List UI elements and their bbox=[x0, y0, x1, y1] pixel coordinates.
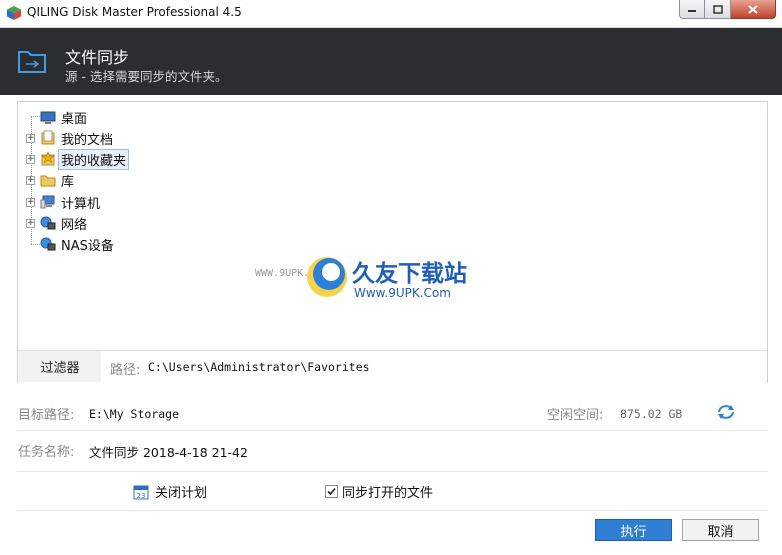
desktop-icon bbox=[40, 111, 56, 124]
divider bbox=[17, 510, 768, 511]
divider bbox=[17, 430, 768, 431]
close-icon bbox=[748, 4, 758, 14]
cancel-button[interactable]: 取消 bbox=[682, 519, 759, 541]
tree-item-label: 桌面 bbox=[61, 111, 88, 127]
maximize-button[interactable] bbox=[705, 0, 731, 19]
filter-tab[interactable]: 过滤器 bbox=[19, 351, 101, 382]
expand-toggle-icon[interactable]: + bbox=[26, 176, 35, 185]
tree-item-network[interactable]: 网络 bbox=[40, 213, 89, 233]
svg-text:23: 23 bbox=[137, 492, 146, 500]
window-controls bbox=[679, 0, 776, 20]
execute-button[interactable]: 执行 bbox=[595, 519, 672, 541]
tree-connector bbox=[31, 116, 40, 117]
watermark-brand: 久友下载站 bbox=[352, 261, 467, 287]
task-name-label: 任务名称: bbox=[18, 445, 75, 460]
tree-item-documents[interactable]: 我的文档 bbox=[40, 128, 115, 148]
title-bar: QILING Disk Master Professional 4.5 bbox=[0, 0, 782, 28]
favorites-icon bbox=[41, 151, 55, 166]
close-button[interactable] bbox=[731, 0, 776, 19]
browse-destination-icon[interactable] bbox=[716, 404, 736, 420]
library-icon bbox=[40, 175, 56, 187]
divider bbox=[17, 471, 768, 472]
folder-tree[interactable]: 桌面 + 我的文档 + 我的收藏夹 + 库 + 计算机 + 网络 NAS设备 bbox=[17, 101, 768, 383]
tree-item-label: 网络 bbox=[61, 217, 88, 233]
tree-connector bbox=[31, 244, 40, 245]
documents-icon bbox=[41, 130, 55, 145]
tree-item-label: 计算机 bbox=[61, 196, 101, 212]
schedule-label: 关闭计划 bbox=[155, 486, 208, 501]
computer-icon bbox=[40, 195, 55, 209]
watermark-url: Www.9UPK.Com bbox=[354, 286, 451, 300]
source-path-value: C:\Users\Administrator\Favorites bbox=[148, 360, 370, 374]
target-path-label: 目标路径: bbox=[18, 408, 75, 423]
tree-item-label: 我的收藏夹 bbox=[57, 148, 130, 170]
nas-icon bbox=[40, 237, 56, 251]
tree-item-label: 我的文档 bbox=[61, 132, 114, 148]
target-path-value: E:\My Storage bbox=[89, 407, 180, 421]
free-space-value: 875.02 GB bbox=[620, 407, 683, 421]
tree-item-favorites[interactable]: 我的收藏夹 bbox=[40, 148, 130, 170]
calendar-icon: 23 bbox=[133, 485, 149, 500]
tree-item-nas[interactable]: NAS设备 bbox=[40, 234, 116, 254]
expand-toggle-icon[interactable]: + bbox=[26, 134, 35, 143]
app-logo-icon bbox=[7, 6, 21, 20]
task-name-value[interactable]: 文件同步 2018-4-18 21-42 bbox=[89, 442, 248, 461]
filter-bar: 过滤器 路径: C:\Users\Administrator\Favorites bbox=[18, 350, 767, 383]
watermark: WWW.9UPK.COM 久友下载站 Www.9UPK.Com bbox=[255, 250, 510, 310]
expand-toggle-icon[interactable]: + bbox=[26, 198, 35, 207]
minimize-button[interactable] bbox=[679, 0, 705, 19]
sync-open-files-option[interactable]: 同步打开的文件 bbox=[325, 482, 433, 501]
tree-item-label: 库 bbox=[61, 174, 75, 190]
free-space-label: 空闲空间: bbox=[547, 408, 604, 423]
sync-open-files-label: 同步打开的文件 bbox=[342, 486, 434, 501]
header-subtitle: 源 - 选择需要同步的文件夹。 bbox=[65, 69, 228, 84]
tree-item-library[interactable]: 库 bbox=[40, 170, 76, 190]
schedule-option[interactable]: 23 关闭计划 bbox=[133, 482, 207, 501]
window-title: QILING Disk Master Professional 4.5 bbox=[27, 5, 242, 19]
expand-toggle-icon[interactable]: + bbox=[26, 155, 35, 164]
folder-sync-icon bbox=[18, 51, 46, 73]
tree-item-computer[interactable]: 计算机 bbox=[40, 192, 102, 212]
expand-toggle-icon[interactable]: + bbox=[26, 219, 35, 228]
minimize-icon bbox=[688, 10, 696, 12]
sync-open-files-checkbox[interactable] bbox=[325, 485, 338, 498]
tree-item-desktop[interactable]: 桌面 bbox=[40, 107, 89, 127]
network-icon bbox=[40, 216, 56, 230]
tree-item-label: NAS设备 bbox=[61, 238, 114, 254]
maximize-icon bbox=[712, 4, 723, 14]
watermark-logo-icon bbox=[307, 257, 347, 297]
path-label: 路径: bbox=[110, 363, 141, 378]
header-title: 文件同步 bbox=[65, 48, 130, 67]
